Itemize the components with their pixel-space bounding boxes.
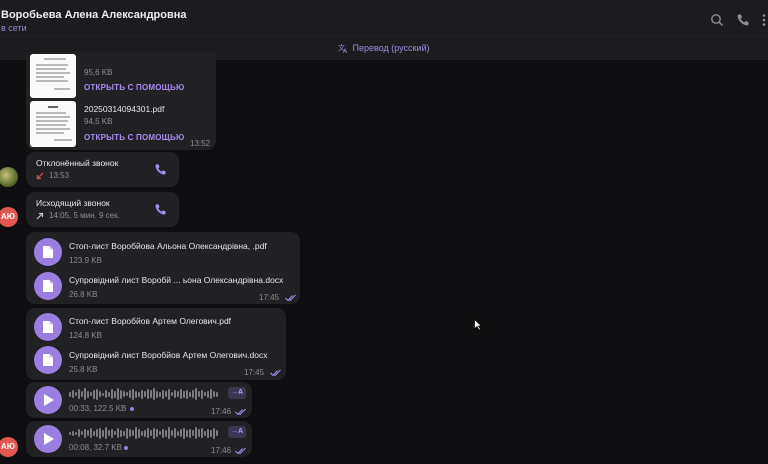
file-size: 95,6 KB	[84, 68, 113, 77]
voice-meta: 00:08, 32.7 KB	[69, 443, 122, 452]
document-group: Стоп-лист Воробйов Артем Олегович.pdf 12…	[26, 308, 286, 380]
header-actions	[710, 13, 768, 27]
pdf-thumbnail[interactable]	[30, 54, 76, 98]
file-name: 20250314094301.pdf	[84, 104, 165, 114]
document-icon	[43, 280, 53, 292]
translate-icon: 文A	[338, 43, 348, 55]
voice-message: →A 00:33, 122.5 KB 17:46	[26, 382, 252, 418]
double-check-icon	[235, 447, 246, 455]
play-button[interactable]	[34, 425, 62, 453]
transcribe-button[interactable]: →A	[228, 426, 246, 438]
call-bubble[interactable]: Исходящий звонок 14:05, 5 мин. 9 сек.	[26, 192, 179, 227]
translate-label: Перевод (русский)	[352, 43, 430, 53]
file-size: 94,5 KB	[84, 117, 113, 126]
svg-text:A: A	[343, 48, 348, 53]
call-meta: 14:05, 5 мин. 9 сек.	[49, 211, 120, 220]
message-time: 17:45	[244, 368, 265, 377]
outgoing-call-arrow-icon	[36, 212, 44, 220]
unplayed-dot	[124, 446, 128, 450]
chat-header: Воробьева Алена Александровна в сети	[0, 0, 768, 36]
more-icon[interactable]	[762, 13, 768, 27]
double-check-icon	[235, 408, 246, 416]
double-check-icon	[270, 369, 281, 377]
play-icon	[44, 394, 54, 406]
voice-waveform[interactable]	[69, 425, 218, 441]
call-title: Отклонённый звонок	[36, 158, 119, 168]
document-button[interactable]	[34, 272, 62, 300]
message-time: 17:46	[211, 446, 232, 455]
message-time: 13:52	[190, 139, 211, 148]
phone-icon[interactable]	[154, 163, 167, 176]
open-with-button[interactable]: ОТКРЫТЬ С ПОМОЩЬЮ	[84, 133, 184, 142]
contact-name[interactable]: Воробьева Алена Александровна	[1, 9, 187, 21]
voice-waveform[interactable]	[69, 386, 218, 402]
document-button[interactable]	[34, 238, 62, 266]
call-bubble[interactable]: Отклонённый звонок 13:53	[26, 152, 179, 187]
document-icon	[43, 246, 53, 258]
file-name[interactable]: Супровідний лист Воробй ... ьона Олексан…	[69, 275, 283, 285]
document-button[interactable]	[34, 313, 62, 341]
message-time: 17:45	[259, 293, 280, 302]
file-name[interactable]: Стоп-лист Воробйов Артем Олегович.pdf	[69, 316, 231, 326]
play-button[interactable]	[34, 386, 62, 414]
search-icon[interactable]	[710, 13, 726, 27]
document-group: Стоп-лист Воробйова Альона Олександрівна…	[26, 232, 300, 304]
contact-status: в сети	[1, 23, 27, 33]
document-icon	[43, 321, 53, 333]
voice-message: →A 00:08, 32.7 KB 17:46	[26, 421, 252, 457]
missed-call-arrow-icon	[36, 172, 44, 180]
call-meta: 13:53	[49, 171, 70, 180]
file-name[interactable]: Супровідний лист Воробйов Артем Олегович…	[69, 350, 267, 360]
transcribe-button[interactable]: →A	[228, 387, 246, 399]
voice-meta: 00:33, 122.5 KB	[69, 404, 127, 413]
call-title: Исходящий звонок	[36, 198, 110, 208]
file-size: 26.8 KB	[69, 290, 98, 299]
pdf-bubble[interactable]: 95,6 KB ОТКРЫТЬ С ПОМОЩЬЮ 20250314094301…	[26, 52, 216, 150]
document-icon	[43, 354, 53, 366]
phone-icon[interactable]	[154, 203, 167, 216]
open-with-button[interactable]: ОТКРЫТЬ С ПОМОЩЬЮ	[84, 83, 184, 92]
avatar[interactable]	[0, 167, 18, 187]
unplayed-dot	[130, 407, 134, 411]
phone-icon[interactable]	[736, 13, 752, 27]
avatar[interactable]: АЮ	[0, 437, 18, 457]
file-name[interactable]: Стоп-лист Воробйова Альона Олександрівна…	[69, 241, 267, 251]
double-check-icon	[285, 294, 296, 302]
file-size: 123.9 KB	[69, 256, 102, 265]
mouse-cursor-icon	[474, 319, 482, 331]
file-size: 124.8 KB	[69, 331, 102, 340]
pdf-thumbnail[interactable]	[30, 101, 76, 147]
file-size: 25.8 KB	[69, 365, 98, 374]
avatar[interactable]: АЮ	[0, 207, 18, 227]
play-icon	[44, 433, 54, 445]
message-time: 17:46	[211, 407, 232, 416]
document-button[interactable]	[34, 346, 62, 374]
